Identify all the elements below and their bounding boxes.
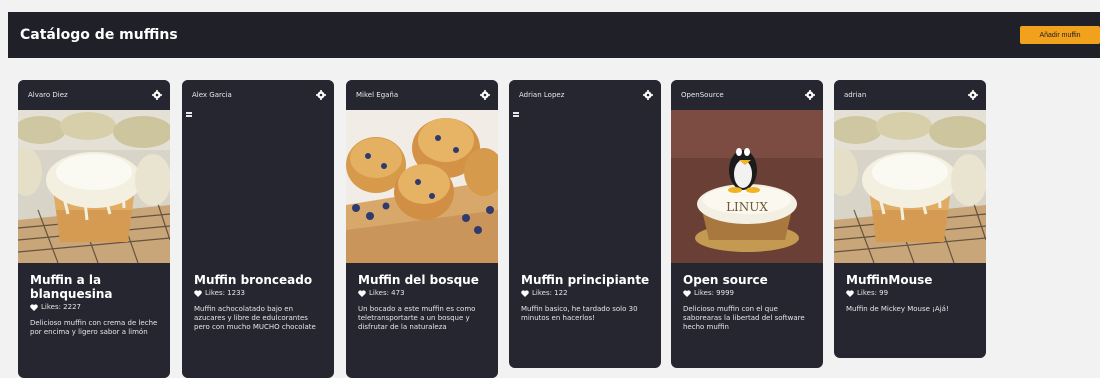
likes-count: Likes: 122 [532, 289, 568, 297]
card-description: Muffin de Mickey Mouse ¡Ajá! [846, 305, 949, 313]
card-title: Muffin a la blanquesina [30, 273, 113, 301]
broken-image-icon [513, 112, 519, 117]
lemon-muffins-picture [834, 110, 986, 263]
likes-row: Likes: 9999 [683, 289, 813, 297]
page-title: Catálogo de muffins [20, 27, 178, 43]
card-description: Muffin achocolatado bajo en azucares y l… [194, 305, 316, 331]
muffin-image [834, 110, 986, 263]
card-author: Mikel Egaña [356, 91, 399, 99]
card-body: Muffin del bosque Likes: 473 Un bocado a… [346, 263, 498, 340]
heart-icon[interactable] [846, 289, 854, 297]
gear-icon[interactable] [643, 90, 653, 100]
card-description: Un bocado a este muffin es como teletran… [358, 305, 476, 331]
add-muffin-button[interactable]: Añadir muffin [1020, 26, 1100, 44]
muffin-card[interactable]: Mikel Egaña Muffin del bosque Likes: 473… [346, 80, 498, 378]
muffin-image: LINUX [671, 110, 823, 263]
blueberry-muffins-picture [346, 110, 498, 263]
muffin-image [346, 110, 498, 263]
cupcake-label: LINUX [726, 200, 768, 214]
gear-icon[interactable] [152, 90, 162, 100]
card-body: Open source Likes: 9999 Delicioso muffin… [671, 263, 823, 340]
muffin-image [509, 110, 661, 263]
card-description: Delicioso muffin con crema de leche por … [30, 319, 158, 336]
muffin-image [182, 110, 334, 263]
likes-row: Likes: 99 [846, 289, 976, 297]
likes-row: Likes: 122 [521, 289, 651, 297]
heart-icon[interactable] [521, 289, 529, 297]
lemon-muffins-picture [18, 110, 170, 263]
card-author: adrian [844, 91, 867, 99]
gear-icon[interactable] [316, 90, 326, 100]
gear-icon[interactable] [480, 90, 490, 100]
card-description: Delicioso muffin con el que saborearas l… [683, 305, 805, 331]
card-header: Alex Garcia [182, 80, 334, 110]
card-author: Adrian Lopez [519, 91, 565, 99]
likes-count: Likes: 2227 [41, 303, 82, 311]
muffin-card[interactable]: Alex Garcia Muffin bronceado Likes: 1233… [182, 80, 334, 378]
card-title: MuffinMouse [846, 273, 933, 287]
card-header: OpenSource [671, 80, 823, 110]
card-description: Muffin basico, he tardado solo 30 minuto… [521, 305, 638, 322]
gear-icon[interactable] [805, 90, 815, 100]
heart-icon[interactable] [194, 289, 202, 297]
card-title: Muffin bronceado [194, 273, 313, 287]
muffin-card[interactable]: Alvaro Diez Muffin a la blanquesina Like… [18, 80, 170, 378]
card-body: MuffinMouse Likes: 99 Muffin de Mickey M… [834, 263, 986, 322]
muffin-image [18, 110, 170, 263]
likes-row: Likes: 2227 [30, 303, 160, 311]
broken-image-icon [186, 112, 192, 117]
muffin-card[interactable]: OpenSource LINUX Open source Likes: 9999… [671, 80, 823, 368]
likes-count: Likes: 99 [857, 289, 889, 297]
linux-cupcake-picture: LINUX [671, 110, 823, 263]
card-header: adrian [834, 80, 986, 110]
card-header: Alvaro Diez [18, 80, 170, 110]
card-header: Mikel Egaña [346, 80, 498, 110]
app-header: Catálogo de muffins Añadir muffin [8, 12, 1100, 58]
muffin-card[interactable]: adrian MuffinMouse Likes: 99 Muffin de M… [834, 80, 986, 358]
likes-count: Likes: 473 [369, 289, 405, 297]
likes-row: Likes: 473 [358, 289, 488, 297]
card-body: Muffin principiante Likes: 122 Muffin ba… [509, 263, 661, 331]
card-title: Open source [683, 273, 768, 287]
card-body: Muffin a la blanquesina Likes: 2227 Deli… [18, 263, 170, 345]
likes-count: Likes: 1233 [205, 289, 246, 297]
card-author: Alvaro Diez [28, 91, 68, 99]
card-title: Muffin principiante [521, 273, 650, 287]
gear-icon[interactable] [968, 90, 978, 100]
likes-count: Likes: 9999 [694, 289, 735, 297]
heart-icon[interactable] [358, 289, 366, 297]
heart-icon[interactable] [683, 289, 691, 297]
heart-icon[interactable] [30, 303, 38, 311]
muffin-card[interactable]: Adrian Lopez Muffin principiante Likes: … [509, 80, 661, 368]
card-author: Alex Garcia [192, 91, 232, 99]
card-title: Muffin del bosque [358, 273, 479, 287]
card-author: OpenSource [681, 91, 724, 99]
likes-row: Likes: 1233 [194, 289, 324, 297]
card-body: Muffin bronceado Likes: 1233 Muffin acho… [182, 263, 334, 340]
card-header: Adrian Lopez [509, 80, 661, 110]
